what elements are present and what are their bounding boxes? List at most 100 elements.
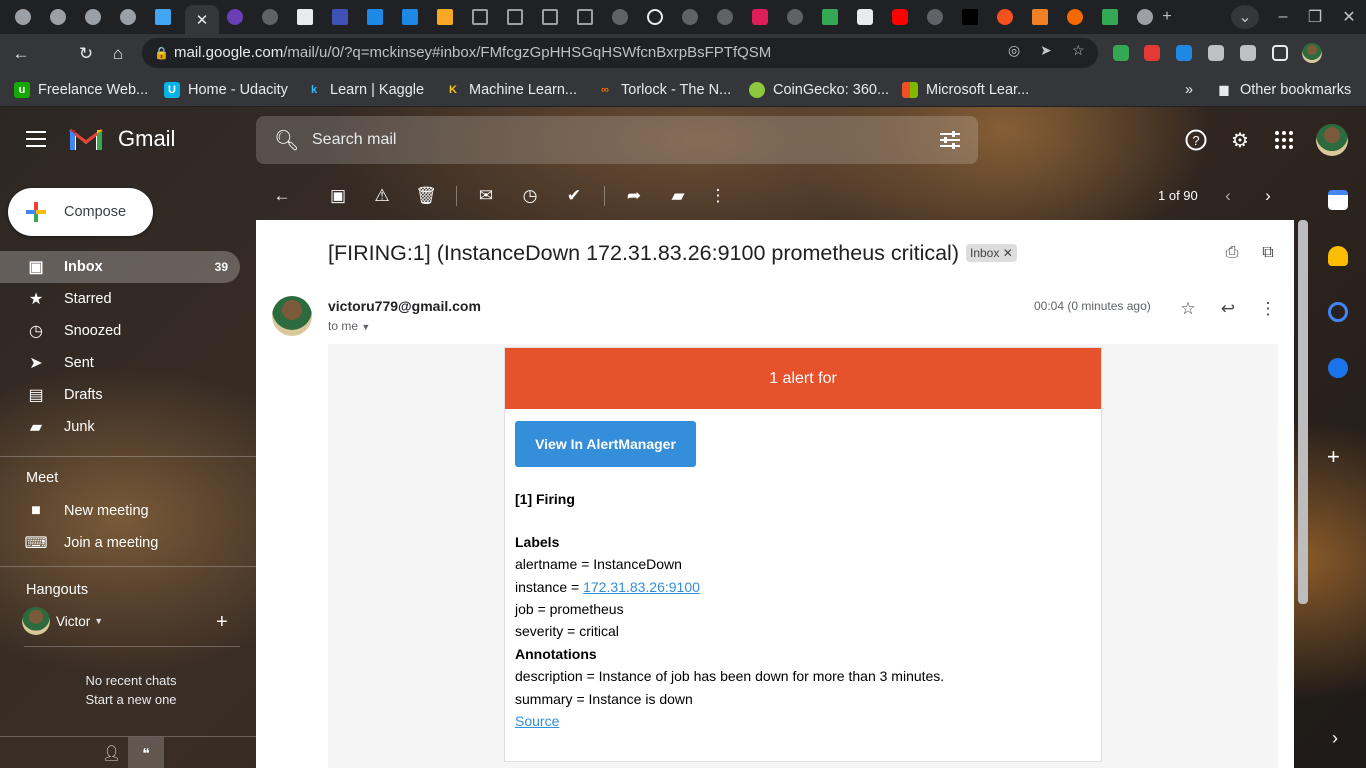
bookmark-item[interactable]: K Machine Learn...: [445, 80, 577, 100]
report-spam-icon[interactable]: ⚠: [370, 184, 394, 208]
remove-label-icon[interactable]: ✕: [1003, 246, 1013, 260]
extension-icon[interactable]: [1144, 45, 1160, 61]
more-bookmarks-button[interactable]: »: [1185, 80, 1193, 100]
bookmark-item[interactable]: ∞ Torlock - The N...: [597, 80, 731, 100]
chat-bubble-icon[interactable]: ❝: [128, 737, 164, 768]
label-icon[interactable]: ▰: [666, 184, 690, 208]
profile-avatar[interactable]: [1302, 43, 1322, 63]
add-chat-icon[interactable]: +: [216, 612, 228, 632]
sidepanel-icon[interactable]: [1272, 45, 1288, 61]
browser-tab[interactable]: [537, 5, 563, 29]
browser-tab[interactable]: [432, 5, 458, 29]
browser-tab[interactable]: [257, 5, 283, 29]
main-menu-button[interactable]: [24, 127, 48, 151]
browser-tab[interactable]: [747, 5, 773, 29]
browser-tab[interactable]: [817, 5, 843, 29]
chevron-down-icon[interactable]: ▼: [361, 322, 370, 332]
bookmark-item[interactable]: k Learn | Kaggle: [306, 80, 424, 100]
newer-chevron-icon[interactable]: ‹: [1216, 184, 1240, 208]
browser-tab[interactable]: [467, 5, 493, 29]
browser-tab[interactable]: [782, 5, 808, 29]
search-icon[interactable]: 🔍︎: [274, 128, 299, 153]
browser-tab[interactable]: [362, 5, 388, 29]
browser-tab[interactable]: [80, 5, 106, 29]
extension-icon[interactable]: [1176, 45, 1192, 61]
contacts-icon[interactable]: [1328, 358, 1348, 378]
puzzle-icon[interactable]: [1208, 45, 1224, 61]
browser-tab[interactable]: [712, 5, 738, 29]
browser-tab[interactable]: [292, 5, 318, 29]
maximize-button[interactable]: ❐: [1301, 5, 1329, 29]
compose-button[interactable]: Compose: [8, 188, 153, 236]
nav-item-drafts[interactable]: ▤ Drafts: [0, 379, 240, 411]
account-avatar[interactable]: [1316, 124, 1348, 156]
back-to-inbox-icon[interactable]: ←: [270, 184, 294, 208]
send-icon[interactable]: ➤: [1040, 42, 1052, 59]
bookmark-item[interactable]: CoinGecko: 360...: [749, 80, 889, 100]
bookmark-star-icon[interactable]: ☆: [1072, 42, 1085, 59]
browser-tab[interactable]: [115, 5, 141, 29]
nav-item-snoozed[interactable]: ◷ Snoozed: [0, 315, 240, 347]
browser-tab[interactable]: [397, 5, 423, 29]
nav-item-sent[interactable]: ➤ Sent: [0, 347, 240, 379]
browser-tab[interactable]: [10, 5, 36, 29]
instance-link[interactable]: 172.31.83.26:9100: [583, 579, 700, 595]
print-icon[interactable]: ⎙: [1222, 243, 1242, 263]
browser-tab[interactable]: [957, 5, 983, 29]
browser-tab[interactable]: [607, 5, 633, 29]
browser-tab-active[interactable]: ✕: [185, 5, 219, 34]
expand-panel-chevron-icon[interactable]: ›: [1332, 728, 1338, 749]
bookmark-item[interactable]: u Freelance Web...: [14, 80, 148, 100]
bookmark-item[interactable]: U Home - Udacity: [164, 80, 288, 100]
browser-tab[interactable]: [327, 5, 353, 29]
start-new-chat[interactable]: Start a new one: [0, 692, 262, 707]
gmail-logo-icon[interactable]: [68, 124, 104, 152]
browser-tab[interactable]: [1097, 5, 1123, 29]
browser-tab[interactable]: [572, 5, 598, 29]
nav-item-starred[interactable]: ★ Starred: [0, 283, 240, 315]
mark-unread-icon[interactable]: ✉: [474, 184, 498, 208]
new-tab-button[interactable]: +: [1153, 5, 1181, 29]
keep-icon[interactable]: [1328, 246, 1348, 266]
hangouts-user[interactable]: Victor ▼: [22, 607, 103, 635]
help-icon[interactable]: ?: [1184, 128, 1208, 152]
bookmark-item[interactable]: Microsoft Lear...: [902, 80, 1029, 100]
view-in-alertmanager-button[interactable]: View In AlertManager: [515, 421, 696, 467]
settings-gear-icon[interactable]: ⚙: [1228, 128, 1252, 152]
join-meeting-button[interactable]: ⌨ Join a meeting: [0, 527, 240, 559]
extension-icon[interactable]: [1113, 45, 1129, 61]
reload-button[interactable]: ↻: [75, 43, 97, 65]
browser-tab[interactable]: [1027, 5, 1053, 29]
person-icon[interactable]: 👤︎: [102, 744, 121, 762]
move-to-icon[interactable]: ➦: [622, 184, 646, 208]
browser-tab[interactable]: [502, 5, 528, 29]
snooze-icon[interactable]: ◷: [518, 184, 542, 208]
nav-item-inbox[interactable]: ▣ Inbox 39: [0, 251, 240, 283]
browser-tab[interactable]: [887, 5, 913, 29]
minimize-button[interactable]: –: [1269, 5, 1297, 29]
browser-tab[interactable]: [677, 5, 703, 29]
home-button[interactable]: ⌂: [107, 43, 129, 65]
inbox-label-badge[interactable]: Inbox ✕: [966, 244, 1017, 262]
calendar-icon[interactable]: [1328, 190, 1348, 210]
add-addon-icon[interactable]: +: [1327, 444, 1340, 470]
reply-icon[interactable]: ↩: [1216, 297, 1240, 321]
address-bar[interactable]: 🔒 mail.google.com/mail/u/0/?q=mckinsey#in…: [142, 38, 1098, 68]
archive-icon[interactable]: ▣: [326, 184, 350, 208]
tab-search-button[interactable]: ⌄: [1231, 5, 1259, 29]
nav-item-junk[interactable]: ▰ Junk: [0, 411, 240, 443]
close-tab-icon[interactable]: ✕: [196, 11, 209, 29]
new-meeting-button[interactable]: ■ New meeting: [0, 495, 240, 527]
search-options-icon[interactable]: [940, 130, 960, 150]
message-more-icon[interactable]: ⋮: [1256, 297, 1280, 321]
more-options-icon[interactable]: ⋮: [706, 184, 730, 208]
source-link[interactable]: Source: [515, 713, 559, 729]
open-new-window-icon[interactable]: ⧉: [1258, 243, 1278, 263]
back-button[interactable]: ←: [10, 43, 32, 65]
browser-tab[interactable]: [642, 5, 668, 29]
media-icon[interactable]: [1240, 45, 1256, 61]
older-chevron-icon[interactable]: ›: [1256, 184, 1280, 208]
other-bookmarks[interactable]: ▆ Other bookmarks: [1216, 80, 1351, 100]
star-message-icon[interactable]: ☆: [1176, 297, 1200, 321]
browser-tab[interactable]: [922, 5, 948, 29]
